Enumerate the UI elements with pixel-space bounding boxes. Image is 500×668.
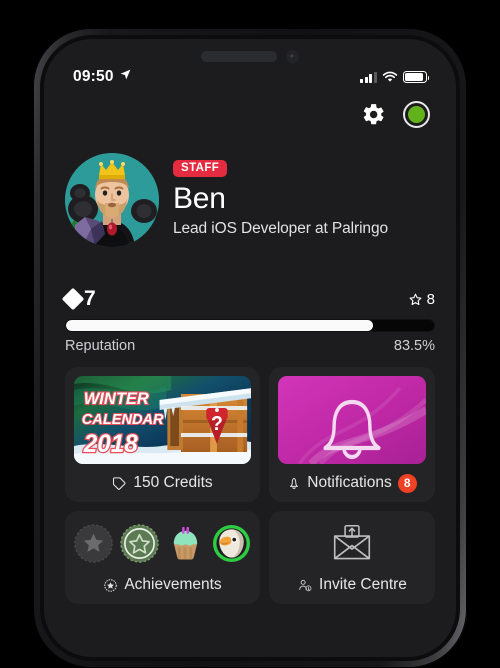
credits-tag-icon [112, 476, 127, 491]
phone-device-frame: 09:50 STAFF Ben Lead iOS Developer at Pa… [33, 28, 467, 668]
notifications-badge: 8 [397, 473, 417, 493]
avatar[interactable] [65, 153, 159, 247]
reputation-stats-row: 7 8 [61, 287, 435, 311]
location-arrow-icon [119, 68, 132, 86]
card-footer-winter-calendar: 150 Credits [74, 464, 251, 502]
card-label-winter-calendar: 150 Credits [133, 474, 213, 491]
dashboard-card-grid: ? WINTER CALENDAR 2018 150 Credits Notif… [65, 367, 435, 604]
reputation-block: 7 8 Reputation 83.5% [61, 287, 435, 354]
winter-calendar-art: ? WINTER CALENDAR 2018 [74, 376, 251, 464]
cellular-bars-icon [360, 71, 377, 83]
bell-icon [287, 476, 301, 491]
invite-envelope-art [278, 520, 426, 566]
reputation-percent: 83.5% [393, 338, 435, 354]
card-winter-calendar[interactable]: ? WINTER CALENDAR 2018 150 Credits [65, 367, 260, 502]
achievement-badges-row [74, 520, 251, 566]
status-bar-right [360, 71, 430, 83]
eagle-badge [212, 524, 251, 563]
locked-star-badge [74, 523, 113, 563]
level-value: 7 [84, 287, 96, 310]
diamond-icon [61, 287, 85, 311]
card-label-invite-centre: Invite Centre [319, 576, 407, 593]
art-title-line1: WINTER [84, 389, 149, 408]
star-outline-icon [408, 292, 423, 307]
invite-envelope-icon [331, 524, 373, 562]
art-title-line3: 2018 [83, 431, 138, 458]
profile-text: STAFF Ben Lead iOS Developer at Palringo [173, 153, 388, 238]
gear-icon[interactable] [361, 102, 386, 127]
notification-bell-art [278, 376, 426, 464]
battery-full-icon [403, 71, 430, 83]
level-indicator: 7 [61, 287, 96, 311]
achievement-badges [74, 523, 251, 563]
cupcake-badge [166, 524, 205, 563]
online-status-dot [408, 106, 425, 123]
phone-screen: 09:50 STAFF Ben Lead iOS Developer at Pa… [44, 39, 456, 657]
speaker-pill [201, 50, 277, 62]
profile-header[interactable]: STAFF Ben Lead iOS Developer at Palringo [65, 153, 435, 247]
card-label-notifications: Notifications [307, 474, 392, 491]
front-camera-icon [286, 49, 299, 63]
status-time: 09:50 [73, 68, 114, 85]
card-achievements[interactable]: Achievements [65, 511, 260, 604]
achievement-icon [103, 578, 118, 593]
reputation-label: Reputation [65, 338, 136, 354]
profile-subtitle: Lead iOS Developer at Palringo [173, 219, 388, 237]
top-action-row [361, 101, 430, 128]
card-notifications[interactable]: Notifications 8 [269, 367, 435, 502]
page-title: Ben [173, 182, 226, 215]
avatar-artwork [65, 153, 159, 247]
card-footer-notifications: Notifications 8 [278, 464, 426, 502]
green-star-badge [120, 523, 159, 563]
star-count: 8 [426, 290, 435, 308]
reputation-progress-fill [66, 320, 374, 331]
status-badge: STAFF [173, 160, 228, 177]
card-label-achievements: Achievements [124, 576, 222, 593]
invite-people-icon [297, 578, 313, 593]
status-bar-left: 09:50 [73, 68, 132, 86]
wifi-icon [382, 71, 398, 83]
phone-bezel: 09:50 STAFF Ben Lead iOS Developer at Pa… [40, 35, 460, 661]
card-footer-achievements: Achievements [74, 566, 251, 604]
svg-text:?: ? [211, 413, 223, 435]
reputation-labels: Reputation 83.5% [65, 338, 435, 354]
card-invite-centre[interactable]: Invite Centre [269, 511, 435, 604]
art-title-line2: CALENDAR [82, 412, 164, 428]
card-footer-invite-centre: Invite Centre [278, 566, 426, 604]
star-indicator: 8 [408, 291, 435, 308]
status-bar: 09:50 [44, 65, 456, 89]
online-status-button[interactable] [403, 101, 430, 128]
reputation-progress-bar [65, 319, 435, 332]
